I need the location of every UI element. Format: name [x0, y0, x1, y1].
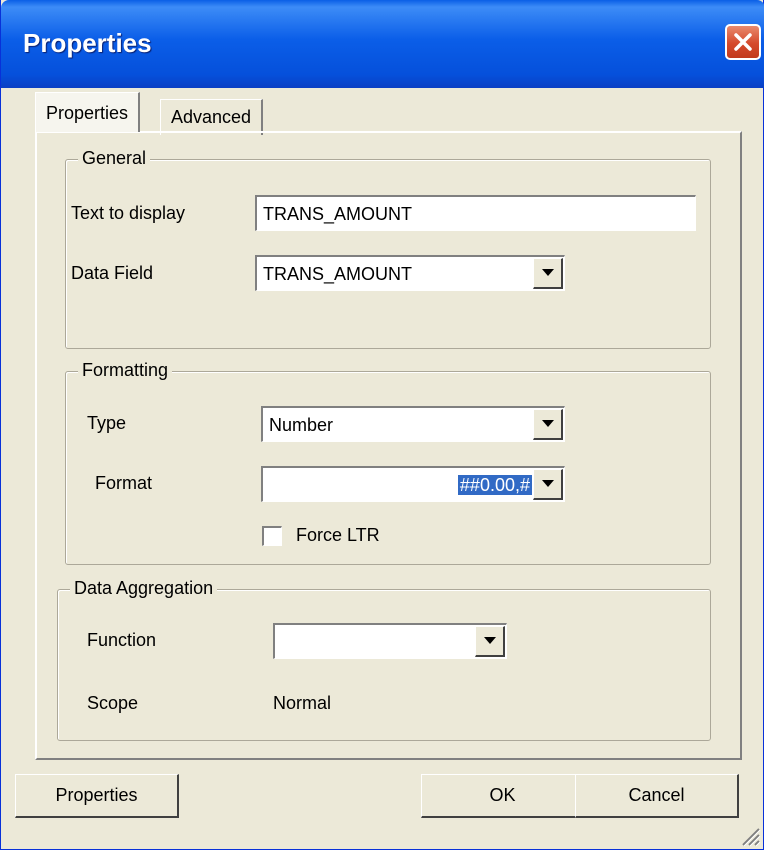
scope-value: Normal: [273, 693, 332, 713]
data-field-select[interactable]: TRANS_AMOUNT: [255, 255, 565, 291]
general-legend: General: [78, 148, 151, 169]
tab-properties[interactable]: Properties: [35, 92, 141, 132]
format-select[interactable]: ##0.00,#: [261, 466, 565, 502]
general-group: General: [65, 148, 711, 349]
formatting-legend: Formatting: [78, 360, 173, 381]
data-field-dropdown-button[interactable]: [533, 258, 563, 289]
aggregation-legend: Data Aggregation: [70, 578, 218, 599]
tab-advanced[interactable]: Advanced: [160, 99, 264, 135]
function-dropdown-button[interactable]: [475, 626, 505, 657]
format-label: Format: [95, 473, 153, 493]
data-field-value: TRANS_AMOUNT: [263, 264, 413, 284]
chevron-down-icon: [542, 269, 554, 276]
close-button[interactable]: [725, 24, 761, 60]
force-ltr-checkbox[interactable]: [262, 526, 282, 546]
window-title: Properties: [23, 28, 152, 58]
aggregation-group: Data Aggregation: [57, 578, 711, 741]
format-dropdown-button[interactable]: [533, 469, 563, 500]
type-select[interactable]: Number: [261, 406, 565, 442]
type-label: Type: [87, 413, 127, 433]
scope-label: Scope: [87, 693, 139, 713]
tab-panel: General Text to display TRANS_AMOUNT Dat…: [35, 131, 742, 760]
chevron-down-icon: [542, 480, 554, 487]
close-icon: [734, 33, 752, 51]
cancel-button[interactable]: Cancel: [575, 774, 739, 818]
chevron-down-icon: [542, 420, 554, 427]
type-dropdown-button[interactable]: [533, 409, 563, 440]
properties-button[interactable]: Properties: [15, 774, 179, 818]
function-label: Function: [87, 630, 157, 650]
chevron-down-icon: [484, 637, 496, 644]
properties-dialog: Properties Properties Advanced General T…: [0, 0, 764, 850]
text-to-display-label: Text to display: [71, 203, 186, 223]
resize-grip-icon[interactable]: [739, 825, 761, 847]
title-bar[interactable]: Properties: [1, 0, 764, 88]
function-select[interactable]: [273, 623, 507, 659]
force-ltr-label[interactable]: Force LTR: [296, 525, 380, 546]
format-value-selection: ##0.00,#: [457, 475, 532, 495]
ok-button[interactable]: OK: [421, 774, 585, 818]
data-field-label: Data Field: [71, 263, 154, 283]
format-value: ##0.00,#: [457, 471, 532, 499]
type-value: Number: [269, 415, 334, 435]
text-to-display-input[interactable]: TRANS_AMOUNT: [255, 195, 696, 231]
